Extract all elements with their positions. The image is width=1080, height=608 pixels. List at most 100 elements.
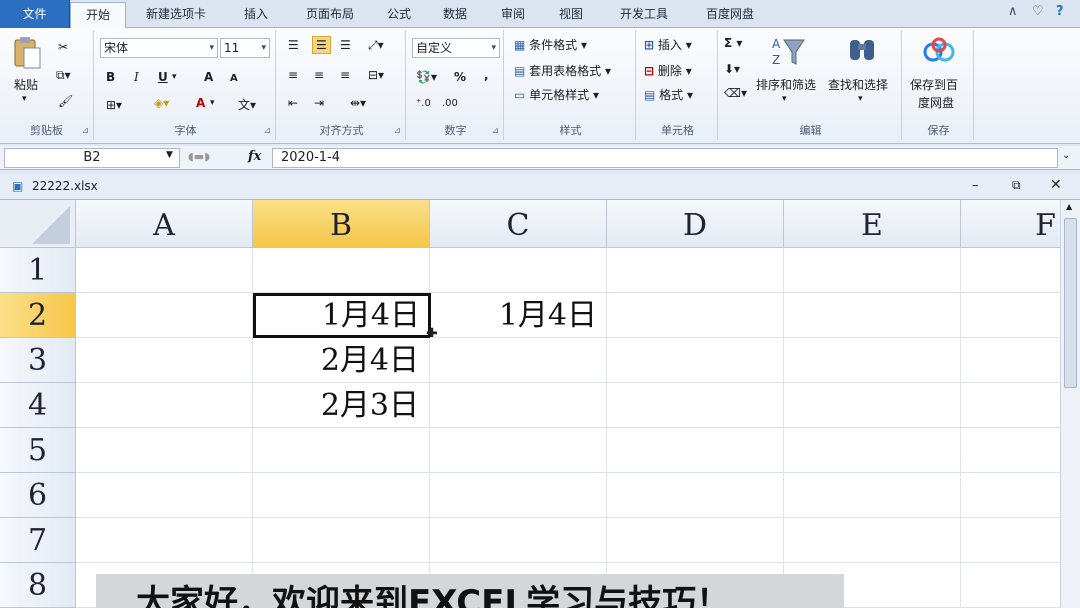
row-header-6[interactable]: 6	[0, 473, 76, 518]
cell-c2[interactable]: 1月4日	[430, 293, 607, 338]
accounting-format-icon[interactable]: 💱▾	[416, 70, 437, 84]
grid-cell[interactable]	[961, 383, 1061, 428]
vertical-scrollbar[interactable]: ▲	[1060, 200, 1080, 608]
cut-icon[interactable]: ✂	[58, 40, 68, 54]
grid-cell[interactable]	[607, 473, 784, 518]
underline-button[interactable]: U	[158, 70, 168, 84]
name-box[interactable]: B2	[4, 148, 180, 168]
grid-cell[interactable]	[430, 338, 607, 383]
align-middle-icon[interactable]: ☰	[312, 36, 331, 54]
grid-cell[interactable]	[961, 473, 1061, 518]
table-format-button[interactable]: ▤ 套用表格格式 ▾	[514, 62, 611, 79]
font-name-dropdown-icon[interactable]: ▾	[209, 39, 214, 57]
tab-page-layout[interactable]: 页面布局	[290, 2, 370, 26]
percent-button[interactable]: %	[454, 70, 466, 84]
grid-cell[interactable]	[961, 518, 1061, 563]
wrap-text-icon[interactable]: ⊟▾	[368, 68, 384, 82]
cell-styles-button[interactable]: ▭ 单元格样式 ▾	[514, 86, 599, 103]
formula-bar-slider-icon[interactable]: ◖▬◗	[188, 150, 210, 163]
font-size-combo[interactable]: 11 ▾	[220, 38, 270, 58]
grid-cell[interactable]	[76, 428, 253, 473]
tab-baidu-netdisk[interactable]: 百度网盘	[694, 2, 766, 26]
grid-cell[interactable]	[961, 248, 1061, 293]
increase-indent-icon[interactable]: ⇥	[314, 96, 324, 110]
cell-b2[interactable]: 1月4日	[253, 293, 431, 338]
grid-cell[interactable]	[607, 338, 784, 383]
underline-dropdown-icon[interactable]: ▾	[172, 72, 177, 82]
insert-cells-button[interactable]: ⊞ 插入 ▾	[644, 36, 692, 53]
grid-cell[interactable]	[607, 428, 784, 473]
scroll-up-icon[interactable]: ▲	[1066, 202, 1072, 211]
restore-window-icon[interactable]: ⧉	[1012, 178, 1021, 193]
baidu-cloud-icon[interactable]	[922, 36, 955, 66]
scroll-thumb[interactable]	[1064, 218, 1077, 388]
expand-formula-icon[interactable]: ⌄	[1062, 150, 1070, 161]
tab-formulas[interactable]: 公式	[376, 2, 422, 26]
paste-button[interactable]: 粘贴	[14, 76, 38, 93]
shrink-font-button[interactable]: A	[230, 73, 238, 84]
clear-icon[interactable]: ⌫▾	[724, 86, 747, 100]
autosum-button[interactable]: Σ ▾	[724, 36, 742, 50]
row-header-1[interactable]: 1	[0, 248, 76, 293]
tab-view[interactable]: 视图	[548, 2, 594, 26]
format-cells-button[interactable]: ▤ 格式 ▾	[644, 86, 693, 103]
paste-dropdown-icon[interactable]: ▾	[22, 94, 27, 104]
tab-review[interactable]: 审阅	[490, 2, 536, 26]
clipboard-launcher-icon[interactable]: ⊿	[81, 126, 89, 136]
orientation-icon[interactable]: ⤢▾	[368, 38, 384, 53]
grid-cell[interactable]	[961, 563, 1061, 608]
grid-cell[interactable]	[784, 338, 961, 383]
grid-cell[interactable]	[607, 248, 784, 293]
copy-icon[interactable]: ⧉▾	[56, 68, 71, 83]
grid-cell[interactable]	[76, 473, 253, 518]
tab-data[interactable]: 数据	[432, 2, 478, 26]
grid-cell[interactable]	[430, 428, 607, 473]
italic-button[interactable]: I	[134, 70, 139, 84]
tab-new-tab[interactable]: 新建选项卡	[130, 2, 222, 26]
find-dropdown-icon[interactable]: ▾	[858, 94, 863, 104]
grid-cell[interactable]	[961, 428, 1061, 473]
tab-home[interactable]: 开始	[70, 2, 126, 30]
grid-cell[interactable]	[607, 518, 784, 563]
grid-cell[interactable]	[784, 248, 961, 293]
grid-cell[interactable]	[961, 293, 1061, 338]
decrease-decimal-icon[interactable]: .00	[442, 98, 458, 109]
grid-cell[interactable]	[76, 383, 253, 428]
delete-cells-button[interactable]: ⊟ 删除 ▾	[644, 62, 692, 79]
row-header-3[interactable]: 3	[0, 338, 76, 383]
name-box-dropdown-icon[interactable]: ▼	[166, 150, 173, 160]
column-header-d[interactable]: D	[607, 200, 784, 248]
row-header-7[interactable]: 7	[0, 518, 76, 563]
fill-icon[interactable]: ⬇▾	[724, 62, 740, 76]
grid-cell[interactable]	[430, 383, 607, 428]
grid-cell[interactable]	[76, 338, 253, 383]
grid-cell[interactable]	[961, 338, 1061, 383]
tab-insert[interactable]: 插入	[228, 2, 284, 26]
column-header-f[interactable]: F	[961, 200, 1061, 248]
align-left-icon[interactable]: ≡	[288, 68, 298, 82]
paste-icon[interactable]	[12, 36, 42, 69]
column-header-c[interactable]: C	[430, 200, 607, 248]
column-header-e[interactable]: E	[784, 200, 961, 248]
save-to-baidu-line2[interactable]: 度网盘	[918, 94, 954, 111]
close-window-icon[interactable]: ✕	[1050, 177, 1062, 193]
merge-center-icon[interactable]: ⇹▾	[350, 96, 366, 110]
row-header-2[interactable]: 2	[0, 293, 76, 338]
number-launcher-icon[interactable]: ⊿	[491, 126, 499, 136]
sort-filter-icon[interactable]: AZ	[772, 34, 805, 67]
grid-cell[interactable]	[253, 518, 430, 563]
ribbon-minimize-icon[interactable]: ∧	[1008, 4, 1018, 19]
comma-button[interactable]: ,	[484, 68, 489, 82]
grid-cell[interactable]	[784, 293, 961, 338]
cell-b3[interactable]: 2月4日	[253, 338, 430, 383]
grow-font-button[interactable]: A	[204, 70, 213, 84]
fill-color-icon[interactable]: ◈▾	[154, 96, 169, 110]
decrease-indent-icon[interactable]: ⇤	[288, 96, 298, 110]
grid-cell[interactable]	[253, 248, 430, 293]
alignment-launcher-icon[interactable]: ⊿	[393, 126, 401, 136]
number-format-dropdown-icon[interactable]: ▾	[491, 39, 496, 57]
grid-cell[interactable]	[784, 473, 961, 518]
align-center-icon[interactable]: ≡	[314, 68, 324, 82]
tab-file[interactable]: 文件	[0, 0, 70, 28]
column-header-a[interactable]: A	[76, 200, 253, 248]
